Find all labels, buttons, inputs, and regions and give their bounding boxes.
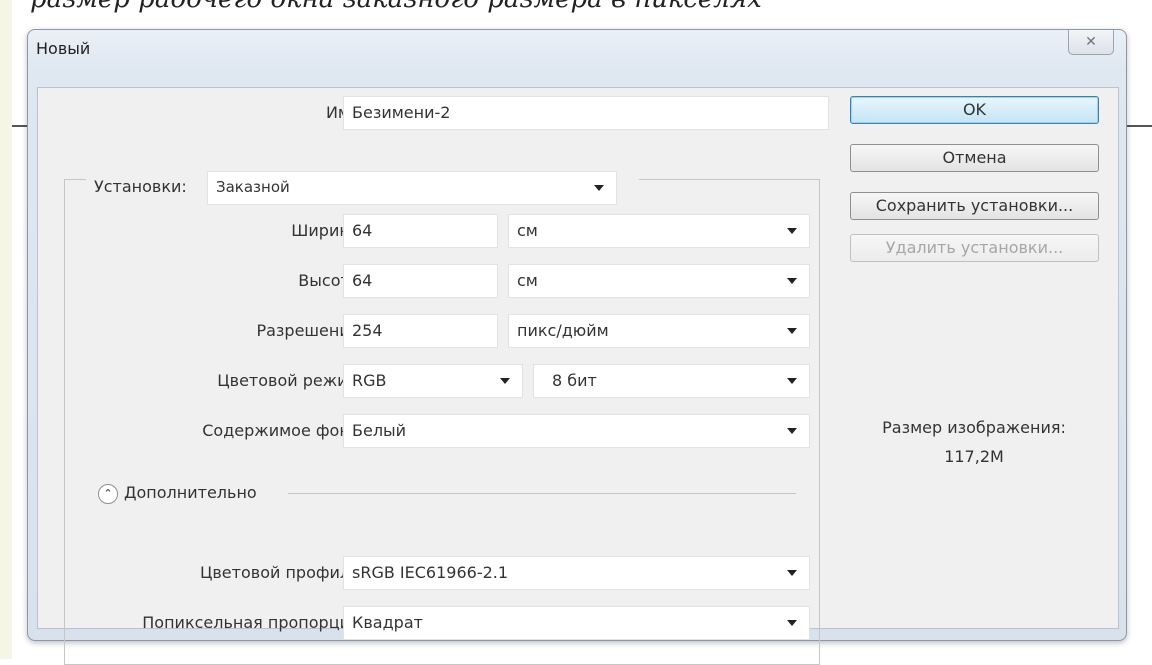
height-unit-value: см [517,271,538,290]
width-unit-value: см [517,221,538,240]
resolution-unit-select[interactable]: пикс/дюйм [508,314,810,348]
dropdown-caret-icon [787,378,797,384]
pixel-aspect-value: Квадрат [352,613,423,632]
height-input[interactable]: 64 [343,264,498,298]
dropdown-caret-icon [787,328,797,334]
background-document-text: размер рабочего окна заказного размера в… [30,0,762,14]
advanced-section-toggle[interactable]: Дополнительно [124,483,257,502]
delete-preset-button[interactable]: Удалить установки... [850,234,1099,262]
advanced-divider [288,493,796,494]
background-contents-select[interactable]: Белый [343,414,810,448]
image-size-label: Размер изображения: [882,418,1066,437]
bit-depth-value: 8 бит [552,371,597,390]
dropdown-caret-icon [787,570,797,576]
color-profile-label: Цветовой профиль: [199,563,365,582]
image-size-value: 117,2M [944,447,1004,466]
cancel-button[interactable]: Отмена [850,144,1099,172]
dropdown-caret-icon [787,228,797,234]
save-preset-button[interactable]: Сохранить установки... [850,192,1099,220]
dialog-body: Имя: Безимени-2 Установки: Заказной Шири… [37,87,1119,665]
preset-label: Установки: [94,177,187,196]
color-mode-select[interactable]: RGB [343,364,523,398]
background-contents-label: Содержимое фона: [202,421,365,440]
width-unit-select[interactable]: см [508,214,810,248]
resolution-input[interactable]: 254 [343,314,498,348]
dialog-title: Новый [36,39,91,58]
resolution-unit-value: пикс/дюйм [517,321,609,340]
dropdown-caret-icon [500,378,510,384]
background-contents-value: Белый [352,421,407,440]
dropdown-caret-icon [787,278,797,284]
preset-select[interactable]: Заказной [207,171,617,205]
new-document-dialog: Новый ✕ Имя: Безимени-2 Установки: Заказ… [27,29,1127,665]
close-button[interactable]: ✕ [1068,30,1114,55]
dropdown-caret-icon [787,428,797,434]
ok-button[interactable]: OK [850,96,1099,124]
preset-value: Заказной [216,178,290,196]
pixel-aspect-select[interactable]: Квадрат [343,606,810,640]
color-mode-value: RGB [352,371,387,390]
color-profile-value: sRGB IEC61966-2.1 [352,563,509,582]
close-icon: ✕ [1085,34,1097,50]
pixel-aspect-label: Попиксельная пропорция: [142,613,365,632]
bit-depth-select[interactable]: 8 бит [533,364,810,398]
background-strip [0,0,12,659]
dropdown-caret-icon [787,620,797,626]
width-input[interactable]: 64 [343,214,498,248]
height-unit-select[interactable]: см [508,264,810,298]
name-input[interactable]: Безимени-2 [343,96,829,130]
color-profile-select[interactable]: sRGB IEC61966-2.1 [343,556,810,590]
dropdown-caret-icon [594,185,604,191]
collapse-chevron-icon[interactable]: ⌃ [98,484,118,504]
